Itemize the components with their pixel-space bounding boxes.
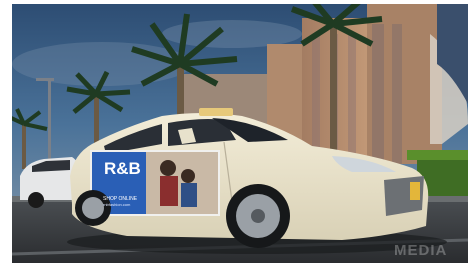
taxi-photo: R&B SHOP ONLINE rnbfashion.com (12, 4, 468, 263)
watermark-text: MEDIA (394, 242, 448, 259)
ad-brand-logo: R&B (104, 159, 141, 178)
ad-subline: rnbfashion.com (103, 202, 131, 207)
